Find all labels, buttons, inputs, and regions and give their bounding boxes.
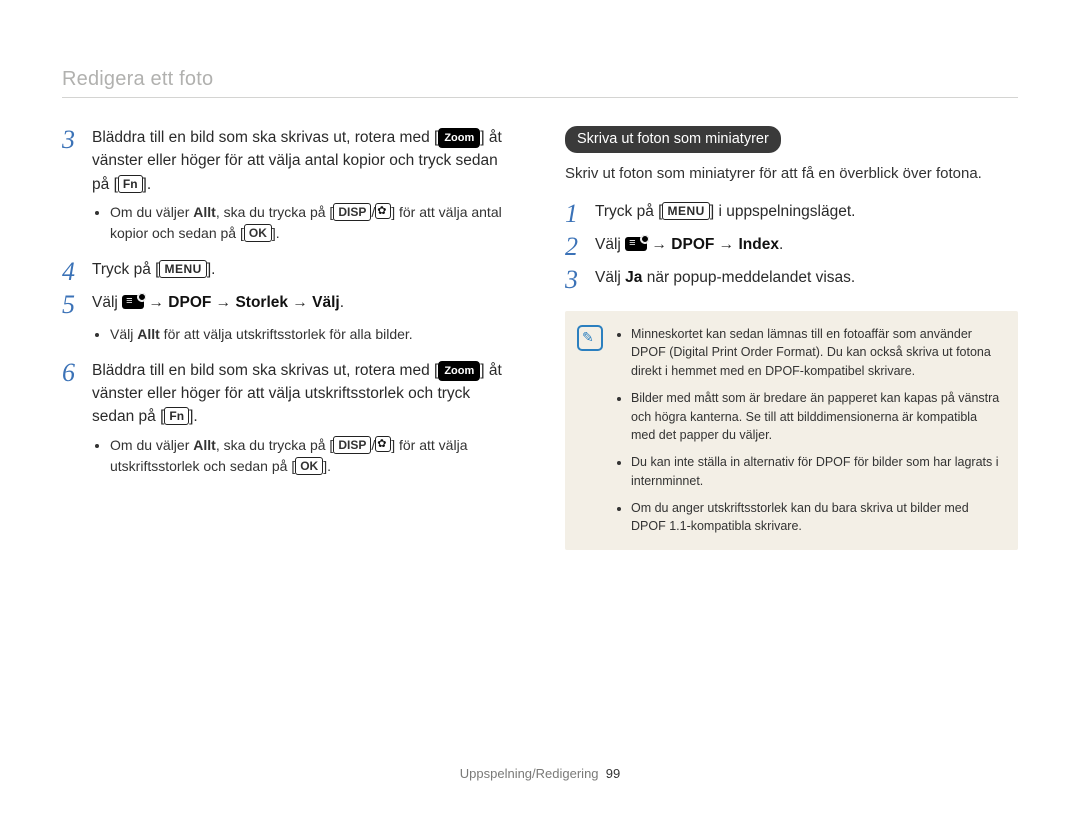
text: Tryck på bbox=[92, 261, 155, 278]
step-number: 3 bbox=[62, 126, 80, 196]
step-number: 5 bbox=[62, 291, 80, 318]
step-3-sub: Om du väljer Allt, ska du trycka på [DIS… bbox=[62, 202, 515, 244]
step-number: 2 bbox=[565, 233, 583, 260]
list-item: Minneskortet kan sedan lämnas till en fo… bbox=[631, 325, 1002, 381]
text: . bbox=[276, 225, 280, 241]
text: , ska du trycka på bbox=[216, 437, 330, 453]
printer-icon bbox=[122, 295, 144, 309]
arrow: → bbox=[288, 294, 312, 311]
text: Bläddra till en bild som ska skrivas ut,… bbox=[92, 362, 434, 379]
text: . bbox=[327, 458, 331, 474]
step-body: Tryck på [MENU] i uppspelningsläget. bbox=[595, 200, 855, 227]
arrow: → bbox=[647, 236, 671, 253]
menu-key: MENU bbox=[662, 202, 709, 220]
text: Tryck på bbox=[595, 203, 658, 220]
text-bold: Ja bbox=[625, 269, 642, 286]
text: Välj bbox=[92, 294, 122, 311]
flower-icon bbox=[375, 203, 391, 219]
list-item: Om du väljer Allt, ska du trycka på [DIS… bbox=[110, 435, 515, 477]
printer-icon bbox=[625, 237, 647, 251]
ok-key: OK bbox=[244, 224, 272, 242]
text: i uppspelningsläget. bbox=[714, 203, 855, 220]
text: . bbox=[147, 176, 151, 193]
step-body: Tryck på [MENU]. bbox=[92, 258, 215, 285]
header-divider bbox=[62, 97, 1018, 98]
page-title: Redigera ett foto bbox=[62, 68, 1018, 91]
flower-icon bbox=[375, 436, 391, 452]
step-body: Bläddra till en bild som ska skrivas ut,… bbox=[92, 126, 515, 196]
step-4: 4 Tryck på [MENU]. bbox=[62, 258, 515, 285]
text-bold: Storlek bbox=[235, 294, 288, 311]
text-bold: DPOF bbox=[671, 236, 714, 253]
list-item: Välj Allt för att välja utskriftsstorlek… bbox=[110, 324, 515, 345]
footer-section: Uppspelning/Redigering bbox=[460, 766, 599, 781]
disp-key: DISP bbox=[333, 436, 371, 454]
text: Välj bbox=[595, 269, 625, 286]
step-body: Välj → DPOF → Index. bbox=[595, 233, 783, 260]
arrow: → bbox=[714, 236, 738, 253]
right-column: Skriva ut foton som miniatyrer Skriv ut … bbox=[565, 126, 1018, 550]
text: för att välja utskriftsstorlek för alla … bbox=[160, 326, 413, 342]
text-bold: Allt bbox=[193, 437, 216, 453]
text: . bbox=[211, 261, 215, 278]
text-bold: Allt bbox=[137, 326, 160, 342]
text: . bbox=[340, 294, 344, 311]
step-5-sub: Välj Allt för att välja utskriftsstorlek… bbox=[62, 324, 515, 345]
list-item: Om du anger utskriftsstorlek kan du bara… bbox=[631, 499, 1002, 537]
rstep-3: 3 Välj Ja när popup-meddelandet visas. bbox=[565, 266, 1018, 293]
note-box: Minneskortet kan sedan lämnas till en fo… bbox=[565, 311, 1018, 551]
step-body: Välj → DPOF → Storlek → Välj. bbox=[92, 291, 344, 318]
page-number: 99 bbox=[606, 766, 620, 781]
text: , ska du trycka på bbox=[216, 204, 330, 220]
zoom-key: Zoom bbox=[438, 128, 480, 148]
menu-key: MENU bbox=[159, 260, 206, 278]
zoom-key: Zoom bbox=[438, 361, 480, 381]
list-item: Du kan inte ställa in alternativ för DPO… bbox=[631, 453, 1002, 491]
disp-key: DISP bbox=[333, 203, 371, 221]
step-6: 6 Bläddra till en bild som ska skrivas u… bbox=[62, 359, 515, 429]
section-heading: Skriva ut foton som miniatyrer bbox=[565, 126, 781, 153]
step-number: 3 bbox=[565, 266, 583, 293]
step-body: Bläddra till en bild som ska skrivas ut,… bbox=[92, 359, 515, 429]
text: Om du väljer bbox=[110, 204, 193, 220]
list-item: Om du väljer Allt, ska du trycka på [DIS… bbox=[110, 202, 515, 244]
text: . bbox=[779, 236, 783, 253]
step-6-sub: Om du väljer Allt, ska du trycka på [DIS… bbox=[62, 435, 515, 477]
fn-key: Fn bbox=[118, 175, 143, 193]
text-bold: Allt bbox=[193, 204, 216, 220]
step-number: 4 bbox=[62, 258, 80, 285]
note-list: Minneskortet kan sedan lämnas till en fo… bbox=[615, 325, 1002, 537]
ok-key: OK bbox=[295, 457, 323, 475]
step-3: 3 Bläddra till en bild som ska skrivas u… bbox=[62, 126, 515, 196]
arrow: → bbox=[211, 294, 235, 311]
note-icon bbox=[577, 325, 603, 351]
text: Om du väljer bbox=[110, 437, 193, 453]
step-body: Välj Ja när popup-meddelandet visas. bbox=[595, 266, 855, 293]
rstep-2: 2 Välj → DPOF → Index. bbox=[565, 233, 1018, 260]
text-bold: Välj bbox=[312, 294, 340, 311]
step-number: 1 bbox=[565, 200, 583, 227]
list-item: Bilder med mått som är bredare än papper… bbox=[631, 389, 1002, 445]
text: när popup-meddelandet visas. bbox=[642, 269, 855, 286]
section-intro: Skriv ut foton som miniatyrer för att få… bbox=[565, 163, 1018, 186]
text-bold: Index bbox=[738, 236, 778, 253]
text: . bbox=[193, 408, 197, 425]
text: Bläddra till en bild som ska skrivas ut,… bbox=[92, 129, 434, 146]
rstep-1: 1 Tryck på [MENU] i uppspelningsläget. bbox=[565, 200, 1018, 227]
left-column: 3 Bläddra till en bild som ska skrivas u… bbox=[62, 126, 515, 550]
fn-key: Fn bbox=[164, 407, 189, 425]
text: Välj bbox=[110, 326, 137, 342]
step-5: 5 Välj → DPOF → Storlek → Välj. bbox=[62, 291, 515, 318]
page-footer: Uppspelning/Redigering 99 bbox=[0, 766, 1080, 781]
text-bold: DPOF bbox=[168, 294, 211, 311]
arrow: → bbox=[144, 294, 168, 311]
text: Välj bbox=[595, 236, 625, 253]
step-number: 6 bbox=[62, 359, 80, 429]
